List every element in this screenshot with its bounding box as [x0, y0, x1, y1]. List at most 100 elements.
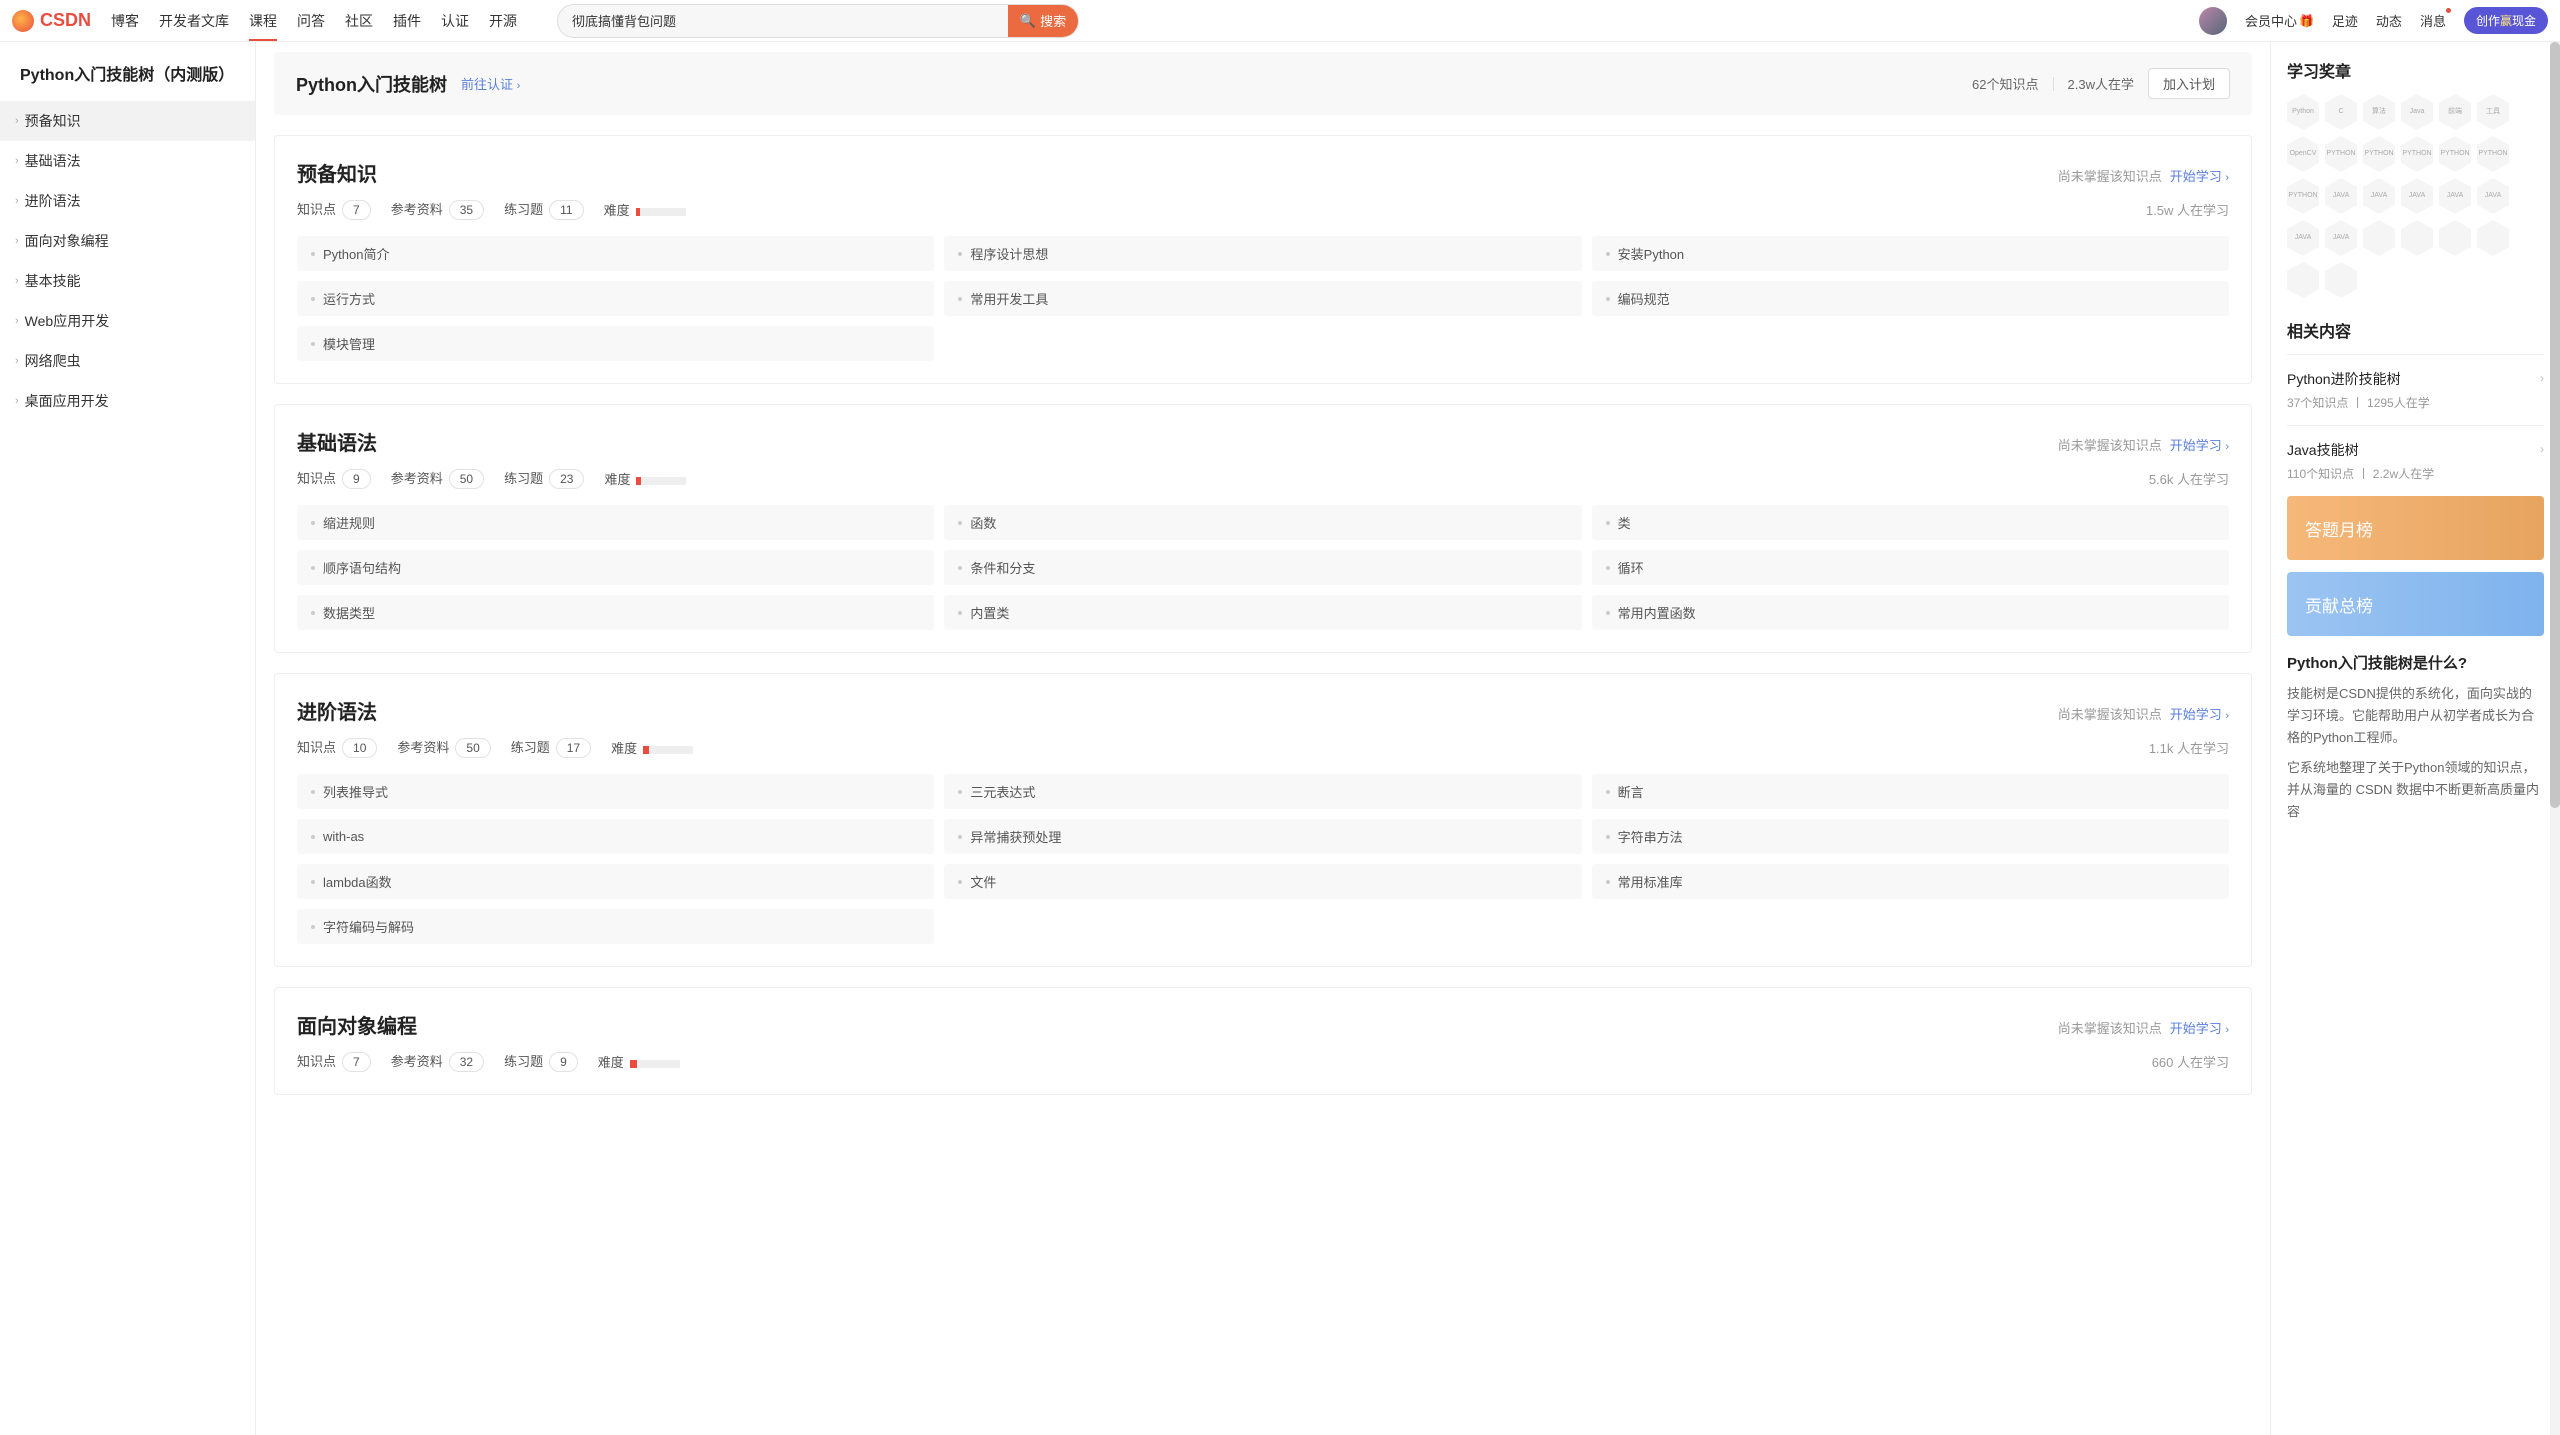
start-learn-link[interactable]: 开始学习 › [2170, 166, 2229, 185]
badge-hex-icon[interactable]: OpenCV [2287, 136, 2319, 172]
topic-cell[interactable]: 字符串方法 [1592, 819, 2229, 854]
related-item-0[interactable]: Python进阶技能树37个知识点 丨 1295人在学› [2287, 354, 2544, 425]
topic-cell[interactable]: 常用内置函数 [1592, 595, 2229, 630]
topic-cell[interactable]: 类 [1592, 505, 2229, 540]
topic-cell[interactable]: with-as [297, 819, 934, 854]
badge-hex-icon[interactable]: JAVA [2439, 178, 2471, 214]
badge-hex-icon[interactable] [2401, 220, 2433, 256]
footprint-link[interactable]: 足迹 [2332, 11, 2358, 30]
topic-cell[interactable]: 缩进规则 [297, 505, 934, 540]
logo[interactable]: CSDN [12, 10, 91, 32]
sidebar-item-0[interactable]: ›预备知识 [0, 101, 255, 141]
scrollbar[interactable] [2550, 42, 2560, 1435]
badge-hex-icon[interactable]: 算法 [2363, 94, 2395, 130]
topic-cell[interactable]: 文件 [944, 864, 1581, 899]
badge-hex-icon[interactable] [2477, 220, 2509, 256]
sidebar-item-2[interactable]: ›进阶语法 [0, 181, 255, 221]
topic-cell[interactable]: 函数 [944, 505, 1581, 540]
badge-hex-icon[interactable]: JAVA [2287, 220, 2319, 256]
badge-hex-icon[interactable]: JAVA [2363, 178, 2395, 214]
scrollbar-thumb[interactable] [2550, 42, 2560, 808]
topic-cell[interactable]: 断言 [1592, 774, 2229, 809]
banner-blue-text: 贡献总榜 [2305, 592, 2373, 617]
refs-label: 参考资料 [397, 740, 449, 755]
start-learn-link[interactable]: 开始学习 › [2170, 1018, 2229, 1037]
badge-hex-icon[interactable] [2439, 220, 2471, 256]
cert-link[interactable]: 前往认证 › [461, 74, 520, 93]
bullet-icon [311, 790, 315, 794]
sidebar-item-7[interactable]: ›桌面应用开发 [0, 381, 255, 421]
sidebar-item-label: 进阶语法 [25, 191, 81, 211]
sidebar-item-1[interactable]: ›基础语法 [0, 141, 255, 181]
sidebar-item-4[interactable]: ›基本技能 [0, 261, 255, 301]
related-item-1[interactable]: Java技能树110个知识点 丨 2.2w人在学› [2287, 425, 2544, 496]
member-link[interactable]: 会员中心 🎁 [2245, 11, 2314, 30]
nav-link-3[interactable]: 问答 [297, 1, 325, 41]
badge-hex-icon[interactable]: 前端 [2439, 94, 2471, 130]
activity-link[interactable]: 动态 [2376, 11, 2402, 30]
avatar[interactable] [2199, 7, 2227, 35]
topic-cell[interactable]: 运行方式 [297, 281, 934, 316]
topic-cell[interactable]: 数据类型 [297, 595, 934, 630]
chevron-right-icon: › [2540, 371, 2544, 385]
topic-cell[interactable]: 内置类 [944, 595, 1581, 630]
create-pill-button[interactable]: 创作赢现金 [2464, 7, 2548, 34]
badge-hex-icon[interactable]: JAVA [2401, 178, 2433, 214]
badge-hex-icon[interactable] [2287, 262, 2319, 298]
badge-hex-icon[interactable]: JAVA [2325, 220, 2357, 256]
badge-hex-icon[interactable]: PYTHON [2363, 136, 2395, 172]
nav-link-2[interactable]: 课程 [249, 1, 277, 41]
topic-cell[interactable]: 字符编码与解码 [297, 909, 934, 944]
diff-label: 难度 [604, 203, 630, 218]
topic-cell[interactable]: Python简介 [297, 236, 934, 271]
nav-link-5[interactable]: 插件 [393, 1, 421, 41]
sidebar-item-3[interactable]: ›面向对象编程 [0, 221, 255, 261]
topic-cell[interactable]: 常用标准库 [1592, 864, 2229, 899]
badge-hex-icon[interactable]: PYTHON [2325, 136, 2357, 172]
nav-link-4[interactable]: 社区 [345, 1, 373, 41]
topic-label: 三元表达式 [970, 782, 1035, 801]
topic-cell[interactable]: 编码规范 [1592, 281, 2229, 316]
start-learn-link[interactable]: 开始学习 › [2170, 704, 2229, 723]
nav-link-7[interactable]: 开源 [489, 1, 517, 41]
sidebar-item-5[interactable]: ›Web应用开发 [0, 301, 255, 341]
badge-hex-icon[interactable] [2325, 262, 2357, 298]
search-input[interactable] [558, 5, 1008, 37]
topic-cell[interactable]: lambda函数 [297, 864, 934, 899]
nav-link-6[interactable]: 认证 [441, 1, 469, 41]
topic-cell[interactable]: 安装Python [1592, 236, 2229, 271]
badge-hex-icon[interactable]: PYTHON [2477, 136, 2509, 172]
badge-hex-icon[interactable]: PYTHON [2287, 178, 2319, 214]
topic-cell[interactable]: 条件和分支 [944, 550, 1581, 585]
difficulty-fill [630, 1060, 637, 1068]
badge-hex-icon[interactable]: PYTHON [2439, 136, 2471, 172]
nav-link-0[interactable]: 博客 [111, 1, 139, 41]
message-link[interactable]: 消息 [2420, 11, 2446, 30]
nav-link-1[interactable]: 开发者文库 [159, 1, 229, 41]
badge-hex-icon[interactable]: Python [2287, 94, 2319, 130]
badge-hex-icon[interactable]: JAVA [2325, 178, 2357, 214]
join-plan-button[interactable]: 加入计划 [2148, 68, 2230, 99]
related-item-meta: 110个知识点 丨 2.2w人在学 [2287, 465, 2434, 482]
sidebar-item-6[interactable]: ›网络爬虫 [0, 341, 255, 381]
topic-cell[interactable]: 程序设计思想 [944, 236, 1581, 271]
topic-cell[interactable]: 顺序语句结构 [297, 550, 934, 585]
topic-cell[interactable]: 列表推导式 [297, 774, 934, 809]
badge-hex-icon[interactable]: Java [2401, 94, 2433, 130]
badge-hex-icon[interactable]: 工具 [2477, 94, 2509, 130]
badge-hex-icon[interactable]: PYTHON [2401, 136, 2433, 172]
topic-cell[interactable]: 异常捕获预处理 [944, 819, 1581, 854]
topic-cell[interactable]: 常用开发工具 [944, 281, 1581, 316]
badge-hex-icon[interactable] [2363, 220, 2395, 256]
answer-rank-banner[interactable]: 答题月榜 [2287, 496, 2544, 560]
start-learn-link[interactable]: 开始学习 › [2170, 435, 2229, 454]
topic-cell[interactable]: 循环 [1592, 550, 2229, 585]
contrib-rank-banner[interactable]: 贡献总榜 [2287, 572, 2544, 636]
badge-hex-icon[interactable]: C [2325, 94, 2357, 130]
topic-cell[interactable]: 模块管理 [297, 326, 934, 361]
badge-hex-icon[interactable]: JAVA [2477, 178, 2509, 214]
search-button[interactable]: 🔍 搜索 [1008, 5, 1078, 37]
bullet-icon [958, 521, 962, 525]
diff-label: 难度 [611, 741, 637, 756]
topic-cell[interactable]: 三元表达式 [944, 774, 1581, 809]
